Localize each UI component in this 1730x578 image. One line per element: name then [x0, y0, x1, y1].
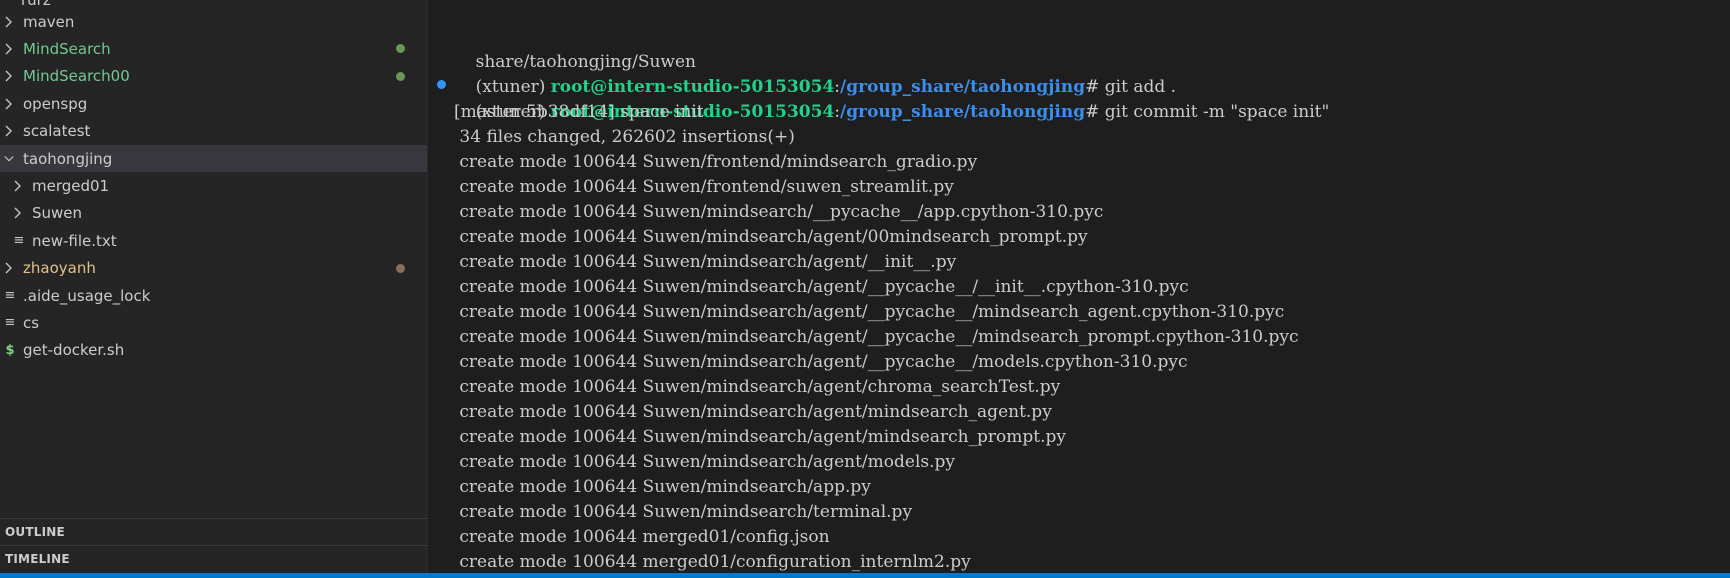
tree-item[interactable]: MindSearch00 [0, 63, 427, 90]
tree-item[interactable]: ≡ new-file.txt [0, 227, 427, 254]
tree-item-label: merged01 [32, 176, 110, 195]
terminal-output-line: create mode 100644 merged01/config.json [454, 527, 830, 547]
tree-item[interactable]: scalatest [0, 118, 427, 145]
tree-item-label: scalatest [23, 122, 91, 141]
terminal-output-line: [master 5b38df14] space init [454, 102, 704, 122]
chevron-right-icon[interactable] [3, 97, 15, 111]
tree-item-label: taohongjing [23, 149, 113, 168]
text-file-icon: ≡ [4, 288, 16, 303]
chevron-right-icon[interactable] [3, 69, 15, 83]
tree-item[interactable]: taohongjing [0, 145, 427, 172]
git-status-dot-icon [396, 71, 405, 81]
terminal-output-line: create mode 100644 Suwen/mindsearch/agen… [454, 377, 1061, 397]
terminal-output-line: create mode 100644 Suwen/mindsearch/__py… [454, 202, 1104, 222]
terminal-output-line: create mode 100644 Suwen/mindsearch/agen… [454, 302, 1285, 322]
terminal-output-line: create mode 100644 Suwen/mindsearch/term… [454, 502, 913, 522]
git-status-dot-icon [396, 44, 405, 54]
tree-item[interactable]: ≡ cs [0, 309, 427, 336]
terminal-prompt-line: (xtuner) root@intern-studio-50153054:/gr… [454, 75, 1330, 122]
terminal-output-line: create mode 100644 Suwen/mindsearch/agen… [454, 402, 1052, 422]
tree-item-label: MindSearch00 [23, 67, 130, 86]
prompt-symbol: # [1085, 102, 1105, 122]
shell-script-icon: $ [5, 342, 15, 358]
terminal-output-line: create mode 100644 Suwen/mindsearch/agen… [454, 252, 957, 272]
terminal-line: share/taohongjing/Suwen [454, 25, 696, 72]
tree-item-label: get-docker.sh [23, 341, 125, 360]
terminal-prompt-line: (xtuner) root@intern-studio-50153054:/gr… [454, 50, 1176, 97]
terminal-output-line: create mode 100644 Suwen/frontend/suwen_… [454, 177, 954, 197]
tree-item-label: MindSearch [23, 39, 111, 58]
tree-item-label: maven [23, 12, 75, 31]
tree-item[interactable]: Suwen [0, 200, 427, 227]
terminal-output-line: create mode 100644 Suwen/frontend/mindse… [454, 152, 978, 172]
terminal-output-line: create mode 100644 Suwen/mindsearch/agen… [454, 227, 1088, 247]
terminal-output-line: create mode 100644 Suwen/mindsearch/agen… [454, 327, 1299, 347]
timeline-label: TIMELINE [5, 551, 70, 566]
terminal-output-line: create mode 100644 Suwen/mindsearch/app.… [454, 477, 871, 497]
terminal-output-line: create mode 100644 Suwen/mindsearch/agen… [454, 427, 1067, 447]
command-decoration-dot-icon[interactable] [437, 80, 446, 89]
tree-item-label: Suwen [32, 204, 83, 223]
tree-item[interactable]: MindSearch [0, 35, 427, 62]
prompt-command: git commit -m "space init" [1104, 102, 1330, 122]
tree-item[interactable]: ≡ .aide_usage_lock [0, 282, 427, 309]
timeline-panel-header[interactable]: TIMELINE [0, 545, 427, 571]
tree-item-label: openspg [23, 94, 88, 113]
outline-label: OUTLINE [5, 524, 65, 539]
chevron-down-icon[interactable] [3, 152, 15, 166]
explorer-sidebar: rurz mavenMindSearchMindSearch00openspgs… [0, 0, 428, 573]
status-bar[interactable] [0, 573, 1730, 578]
prompt-path: /group_share/taohongjing [840, 102, 1086, 122]
tree-item[interactable]: zhaoyanh [0, 255, 427, 282]
tree-item[interactable]: $ get-docker.sh [0, 337, 427, 364]
chevron-right-icon[interactable] [3, 42, 15, 56]
terminal-panel[interactable]: share/taohongjing/Suwen (xtuner) root@in… [428, 0, 1730, 573]
text-file-icon: ≡ [4, 315, 16, 331]
terminal-output-line: create mode 100644 merged01/configuratio… [454, 552, 971, 572]
tree-item[interactable]: maven [0, 8, 427, 35]
tree-item[interactable]: merged01 [0, 172, 427, 199]
tree-item-label: new-file.txt [32, 231, 117, 250]
text-file-icon: ≡ [13, 233, 25, 249]
chevron-right-icon[interactable] [12, 206, 24, 220]
chevron-right-icon[interactable] [3, 124, 15, 138]
outline-panel-header[interactable]: OUTLINE [0, 518, 427, 544]
terminal-output-line: 34 files changed, 262602 insertions(+) [454, 127, 795, 147]
git-status-dot-icon [396, 263, 405, 273]
chevron-right-icon[interactable] [3, 261, 15, 275]
terminal-output-line: create mode 100644 Suwen/mindsearch/agen… [454, 277, 1189, 297]
tree-item-label: cs [23, 313, 40, 332]
chevron-right-icon[interactable] [3, 15, 15, 29]
tree-item-label: zhaoyanh [23, 259, 96, 278]
terminal-output-line: create mode 100644 Suwen/mindsearch/agen… [454, 352, 1188, 372]
tree-item-label: .aide_usage_lock [23, 286, 151, 305]
chevron-right-icon[interactable] [12, 179, 24, 193]
tree-item[interactable]: openspg [0, 90, 427, 117]
terminal-output-line: create mode 100644 Suwen/mindsearch/agen… [454, 452, 955, 472]
